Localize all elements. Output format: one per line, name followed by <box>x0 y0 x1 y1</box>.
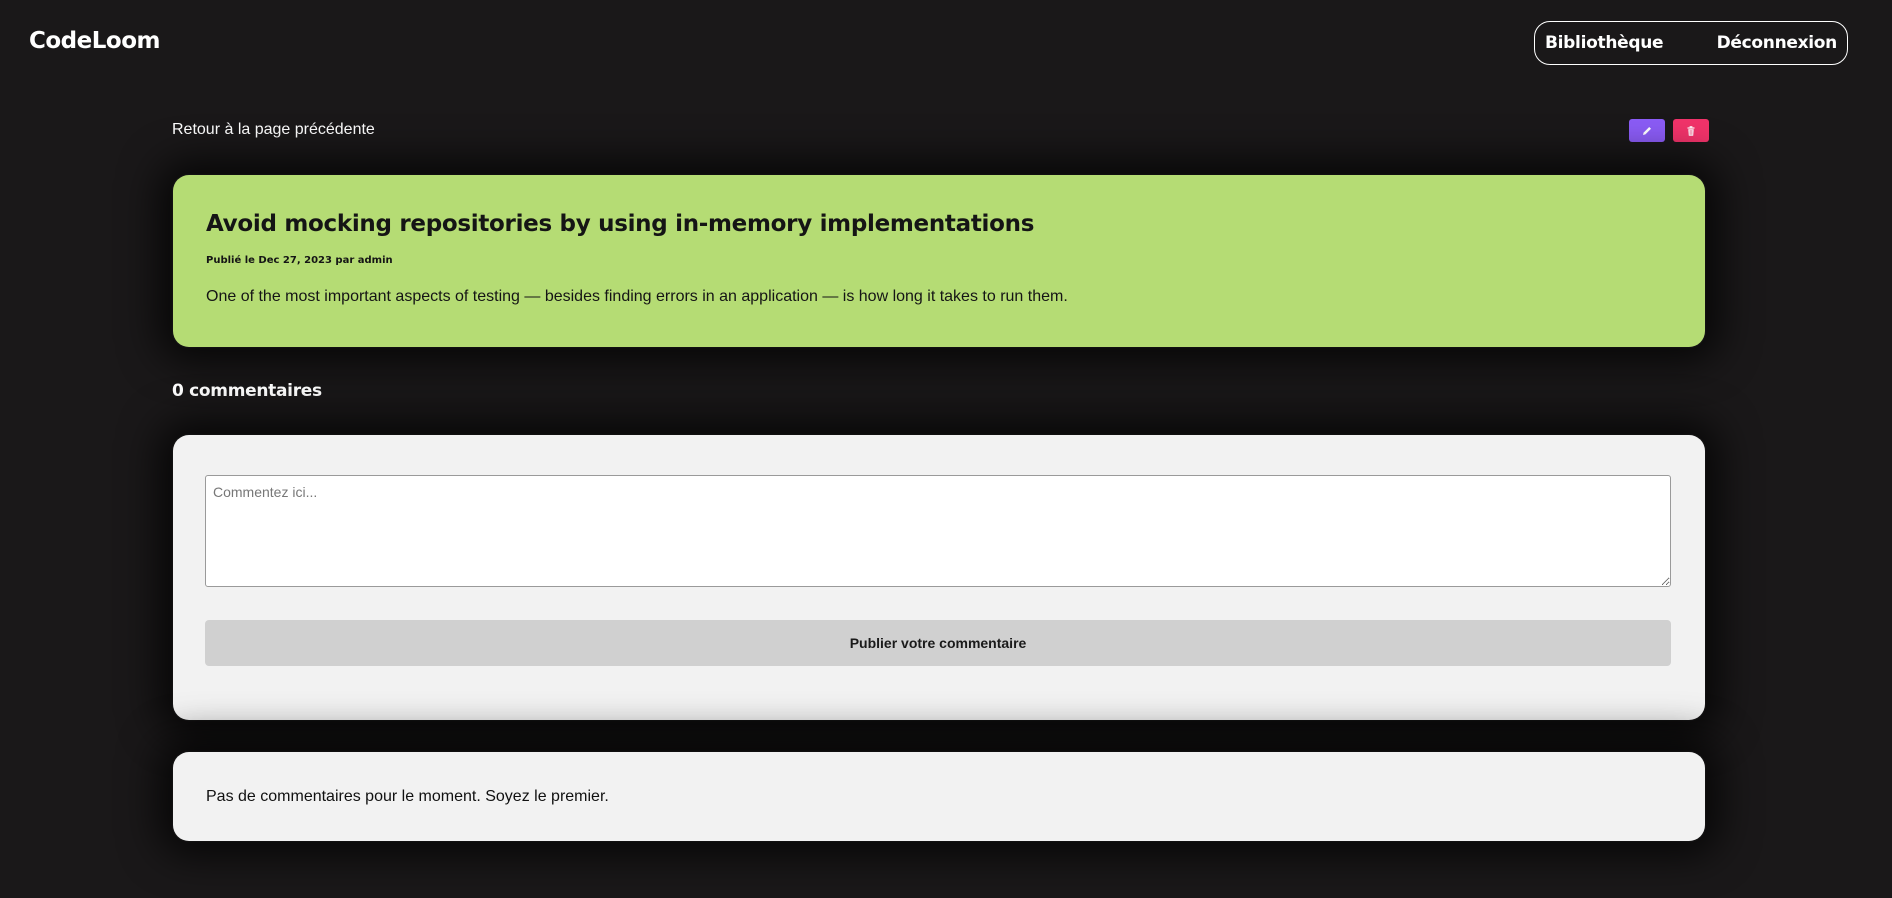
back-link[interactable]: Retour à la page précédente <box>172 121 375 139</box>
delete-post-button[interactable] <box>1673 119 1709 142</box>
top-nav: Bibliothèque Déconnexion <box>1534 21 1848 65</box>
pencil-icon <box>1643 126 1651 135</box>
nav-logout-link[interactable]: Déconnexion <box>1717 33 1838 53</box>
comment-form: Publier votre commentaire <box>173 435 1705 720</box>
post-title: Avoid mocking repositories by using in-m… <box>206 211 1035 237</box>
comment-count: 0 commentaires <box>172 381 322 401</box>
edit-post-button[interactable] <box>1629 119 1665 142</box>
nav-library-link[interactable]: Bibliothèque <box>1545 33 1664 53</box>
app-logo[interactable]: CodeLoom <box>29 28 160 54</box>
empty-comments-card: Pas de commentaires pour le moment. Soye… <box>173 752 1705 841</box>
comment-input[interactable] <box>205 475 1671 587</box>
post-card: Avoid mocking repositories by using in-m… <box>173 175 1705 347</box>
empty-comments-message: Pas de commentaires pour le moment. Soye… <box>206 787 609 805</box>
submit-comment-button[interactable]: Publier votre commentaire <box>205 620 1671 666</box>
post-excerpt: One of the most important aspects of tes… <box>206 288 1068 305</box>
post-meta: Publié le Dec 27, 2023 par admin <box>206 255 393 266</box>
trash-icon <box>1687 125 1695 136</box>
